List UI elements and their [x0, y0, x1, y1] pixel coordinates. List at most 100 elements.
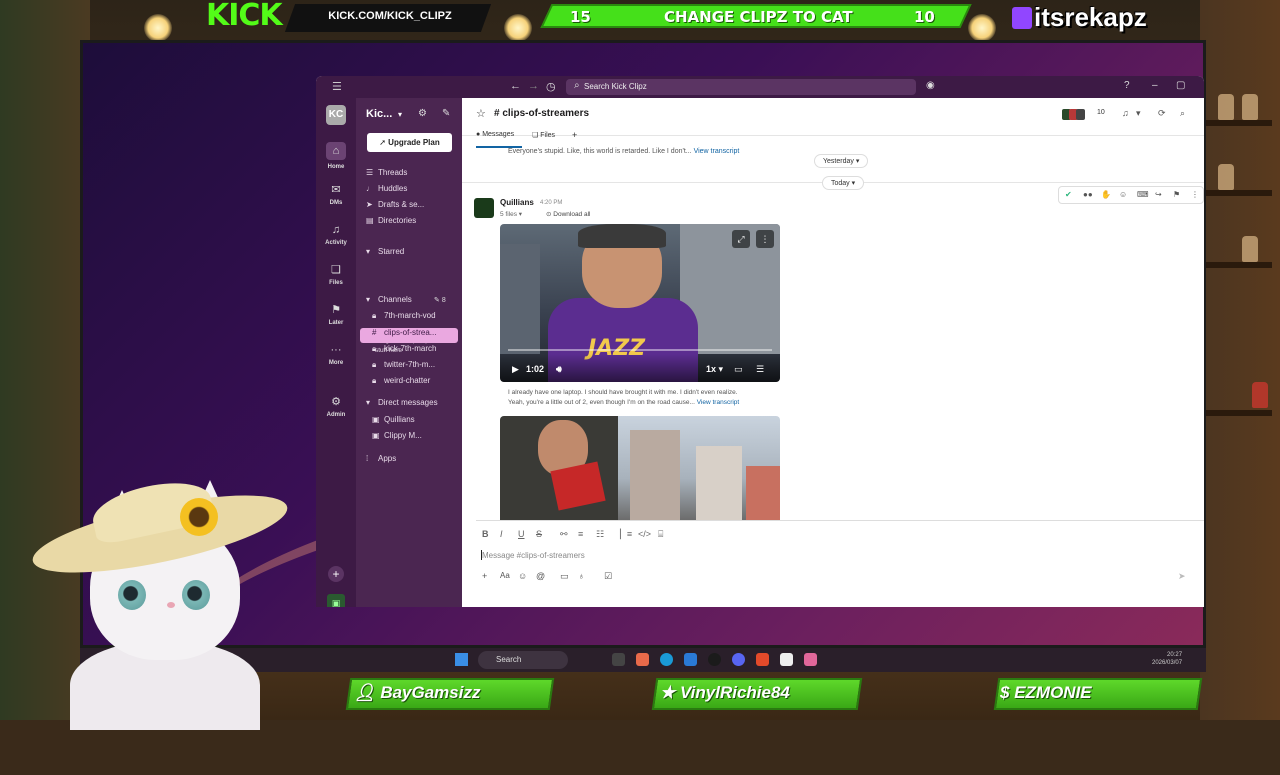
upgrade-plan-button[interactable]: ➚ Upgrade Plan — [367, 133, 452, 152]
maximize-icon[interactable]: ▢ — [1176, 80, 1185, 91]
rail-later[interactable]: ⚑ Later — [316, 304, 356, 326]
emoji-icon[interactable]: ☺ — [518, 571, 527, 581]
strikethrough-icon[interactable]: S — [536, 529, 542, 539]
notepad-icon[interactable] — [780, 653, 793, 666]
hamburger-icon[interactable]: ☰ — [332, 80, 342, 93]
sidebar-item-apps[interactable]: ⁞ Apps — [366, 454, 396, 463]
channels-header[interactable]: ▾ Channels — [366, 295, 412, 304]
discord-icon[interactable] — [732, 653, 745, 666]
captions-icon[interactable]: ▭ — [734, 364, 743, 375]
plus-icon[interactable]: + — [482, 571, 487, 581]
task-view-icon[interactable] — [612, 653, 625, 666]
forward-arrow-icon[interactable]: → — [528, 80, 539, 92]
help-icon[interactable]: ? — [1124, 80, 1130, 91]
video-progress[interactable] — [508, 349, 772, 351]
tab-files[interactable]: ❏ Files — [532, 131, 555, 139]
transcript-icon[interactable]: ☰ — [756, 364, 764, 375]
text-format-icon[interactable]: Aa — [500, 571, 510, 580]
rail-home[interactable]: ⌂ Home — [316, 142, 356, 170]
brave-icon[interactable] — [756, 653, 769, 666]
settings-icon[interactable]: ⚙ — [418, 108, 427, 119]
clap-icon[interactable]: ✋ — [1101, 190, 1111, 199]
slack-icon[interactable] — [804, 653, 817, 666]
bullet-list-icon[interactable]: ☷ — [596, 529, 604, 540]
sidebar-item-directories[interactable]: ▤ Directories — [366, 216, 416, 225]
sidebar-item-drafts[interactable]: ➤ Drafts & se... — [366, 200, 424, 209]
bookmark-icon[interactable]: ⚑ — [1173, 190, 1180, 199]
taskbar-search[interactable]: Search — [478, 651, 568, 669]
blockquote-icon[interactable]: ▏≡ — [620, 529, 632, 540]
eyes-icon[interactable]: ●● — [1083, 190, 1093, 199]
italic-icon[interactable]: I — [500, 529, 503, 539]
message-input[interactable]: Message #clips-of-streamers — [482, 551, 585, 560]
send-icon[interactable]: ➤ — [1178, 571, 1186, 582]
chevron-down-icon[interactable]: ▾ — [1136, 108, 1141, 119]
link-icon[interactable]: ⚯ — [560, 529, 568, 540]
share-icon[interactable]: ↪ — [1155, 190, 1162, 199]
edge-icon[interactable] — [660, 653, 673, 666]
sidebar-channel[interactable]: 🔒︎ kick-7th-march — [372, 344, 436, 354]
rail-activity[interactable]: ♫ Activity — [316, 224, 356, 246]
sidebar-channel-active[interactable]: # clips-of-strea... — [372, 328, 436, 337]
underline-icon[interactable]: U — [518, 529, 525, 539]
volume-icon[interactable]: 🔊︎ — [556, 364, 562, 375]
video-menu-icon[interactable]: ⋮ — [756, 230, 774, 248]
member-count[interactable]: 10 — [1097, 109, 1105, 116]
search-bar[interactable]: ⌕ Search Kick Clipz — [566, 79, 916, 95]
sidebar-channel[interactable]: 🔒︎ weird-chatter — [372, 376, 430, 386]
sidebar-channel[interactable]: 🔒︎ 7th-march-vod — [372, 311, 436, 321]
back-arrow-icon[interactable]: ← — [510, 80, 521, 92]
avatar[interactable] — [474, 198, 494, 218]
workspace-name[interactable]: Kic... — [366, 108, 392, 120]
sync-icon[interactable]: ⟳ — [1158, 108, 1166, 119]
files-count[interactable]: 5 files ▾ — [500, 210, 522, 218]
sidebar-dm[interactable]: ▣ Quillians — [372, 415, 415, 424]
code-block-icon[interactable]: ⌸ — [658, 529, 663, 540]
rail-files[interactable]: ❏ Files — [316, 264, 356, 286]
ordered-list-icon[interactable]: ≡ — [578, 529, 583, 539]
sidebar-channel[interactable]: 🔒︎ twitter-7th-m... — [372, 360, 435, 370]
add-icon[interactable]: + — [328, 566, 344, 582]
channel-name[interactable]: # clips-of-streamers — [494, 108, 589, 119]
tab-messages[interactable]: ● Messages — [476, 131, 514, 138]
mention-icon[interactable]: @ — [536, 571, 545, 581]
reply-icon[interactable]: ⌨ — [1137, 190, 1149, 199]
play-icon[interactable]: ▶ — [512, 364, 519, 375]
shortcuts-icon[interactable]: ☑ — [604, 571, 612, 582]
sidebar-item-huddles[interactable]: ♩ Huddles — [366, 184, 407, 193]
minimize-icon[interactable]: – — [1152, 80, 1158, 91]
workspace-badge[interactable]: KC — [326, 105, 346, 125]
check-icon[interactable]: ✔ — [1065, 190, 1072, 199]
star-icon[interactable]: ☆ — [476, 107, 486, 120]
message-time[interactable]: 4:20 PM — [540, 200, 562, 206]
store-icon[interactable] — [684, 653, 697, 666]
video-record-icon[interactable]: ▭ — [560, 571, 569, 582]
emoji-add-icon[interactable]: ☺ — [1119, 190, 1127, 199]
starred-header[interactable]: ▾ Starred — [366, 247, 404, 256]
member-avatars[interactable] — [1062, 107, 1092, 120]
user-avatar[interactable]: ▣ — [327, 594, 345, 607]
fullscreen-icon[interactable]: ⤢ — [732, 230, 750, 248]
windows-start-icon[interactable] — [455, 653, 468, 666]
more-icon[interactable]: ⋮ — [1191, 190, 1199, 199]
download-all-button[interactable]: ⊙ Download all — [546, 210, 590, 218]
microphone-icon[interactable]: ♁ — [578, 571, 585, 581]
obs-icon[interactable] — [708, 653, 721, 666]
sidebar-item-threads[interactable]: ☰ Threads — [366, 168, 407, 177]
taskbar-clock[interactable]: 20:27 2026/03/07 — [1152, 651, 1182, 667]
app-icon[interactable] — [636, 653, 649, 666]
bold-icon[interactable]: B — [482, 529, 489, 539]
sidebar-dm[interactable]: ▣ Clippy M... — [372, 431, 422, 440]
message-author[interactable]: Quillians — [500, 198, 534, 207]
date-pill-yesterday[interactable]: Yesterday ▾ — [814, 154, 869, 168]
date-pill-today[interactable]: Today ▾ — [822, 176, 865, 190]
add-tab-icon[interactable]: + — [572, 130, 577, 140]
rail-dms[interactable]: ✉ DMs — [316, 184, 356, 206]
history-icon[interactable]: ◷ — [546, 80, 556, 93]
code-icon[interactable]: </> — [638, 529, 651, 539]
playback-speed[interactable]: 1x ▾ — [706, 364, 723, 375]
dm-header[interactable]: ▾ Direct messages — [366, 398, 438, 407]
compose-icon[interactable]: ✎ — [442, 108, 450, 119]
video-player[interactable]: JAZZ ⤢ ⋮ ▶ 1:02 🔊︎ 1x ▾ ▭ ☰ — [500, 224, 780, 382]
video-player-2[interactable] — [500, 416, 780, 520]
